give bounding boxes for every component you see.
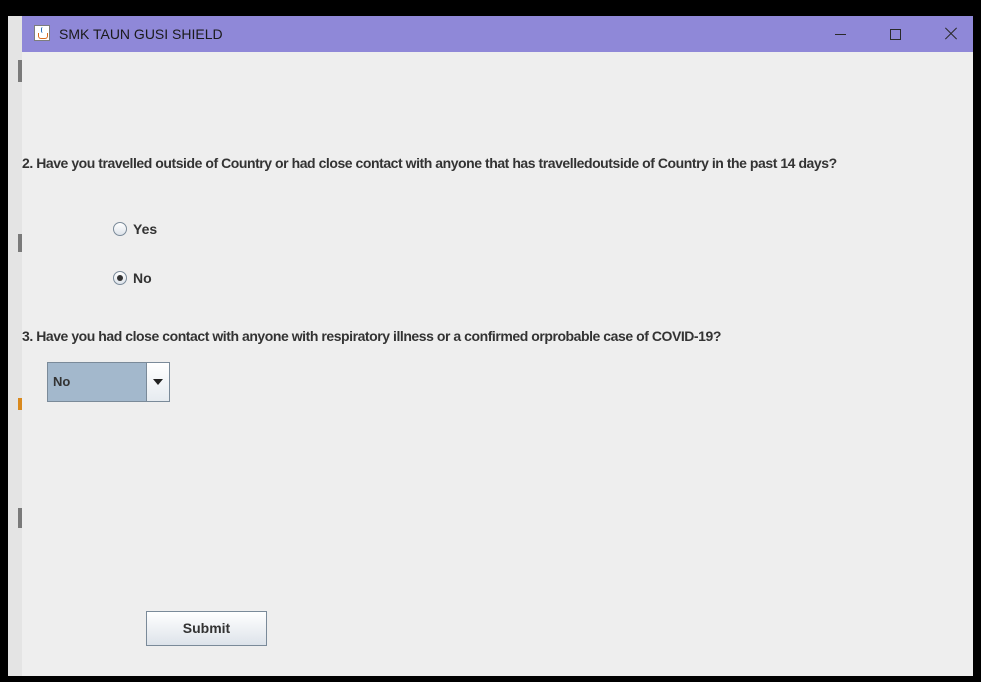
- radio-selected-icon[interactable]: [113, 271, 127, 285]
- close-button[interactable]: [928, 16, 973, 52]
- maximize-button[interactable]: [873, 16, 919, 52]
- maximize-icon: [890, 29, 901, 40]
- submit-button[interactable]: Submit: [146, 611, 267, 646]
- java-cup-icon: [34, 25, 50, 41]
- radio-dot: [117, 275, 123, 281]
- question-3-label: 3. Have you had close contact with anyon…: [22, 328, 721, 344]
- question-3-dropdown[interactable]: No: [47, 362, 170, 402]
- radio-no-label[interactable]: No: [133, 270, 152, 286]
- close-icon: [943, 26, 959, 42]
- minimize-button[interactable]: [818, 16, 864, 52]
- radio-yes-label[interactable]: Yes: [133, 221, 157, 237]
- radio-unselected-icon[interactable]: [113, 222, 127, 236]
- title-bar[interactable]: SMK TAUN GUSI SHIELD: [22, 16, 973, 52]
- dropdown-arrow-button[interactable]: [146, 363, 169, 401]
- dropdown-selected-value[interactable]: No: [48, 363, 146, 401]
- question-2-label: 2. Have you travelled outside of Country…: [22, 155, 837, 171]
- chevron-down-icon: [153, 379, 163, 385]
- background-window-edge: [8, 16, 23, 676]
- window-title: SMK TAUN GUSI SHIELD: [59, 26, 223, 42]
- minimize-icon: [835, 34, 846, 35]
- app-window: SMK TAUN GUSI SHIELD 2. Have you travell…: [22, 16, 973, 676]
